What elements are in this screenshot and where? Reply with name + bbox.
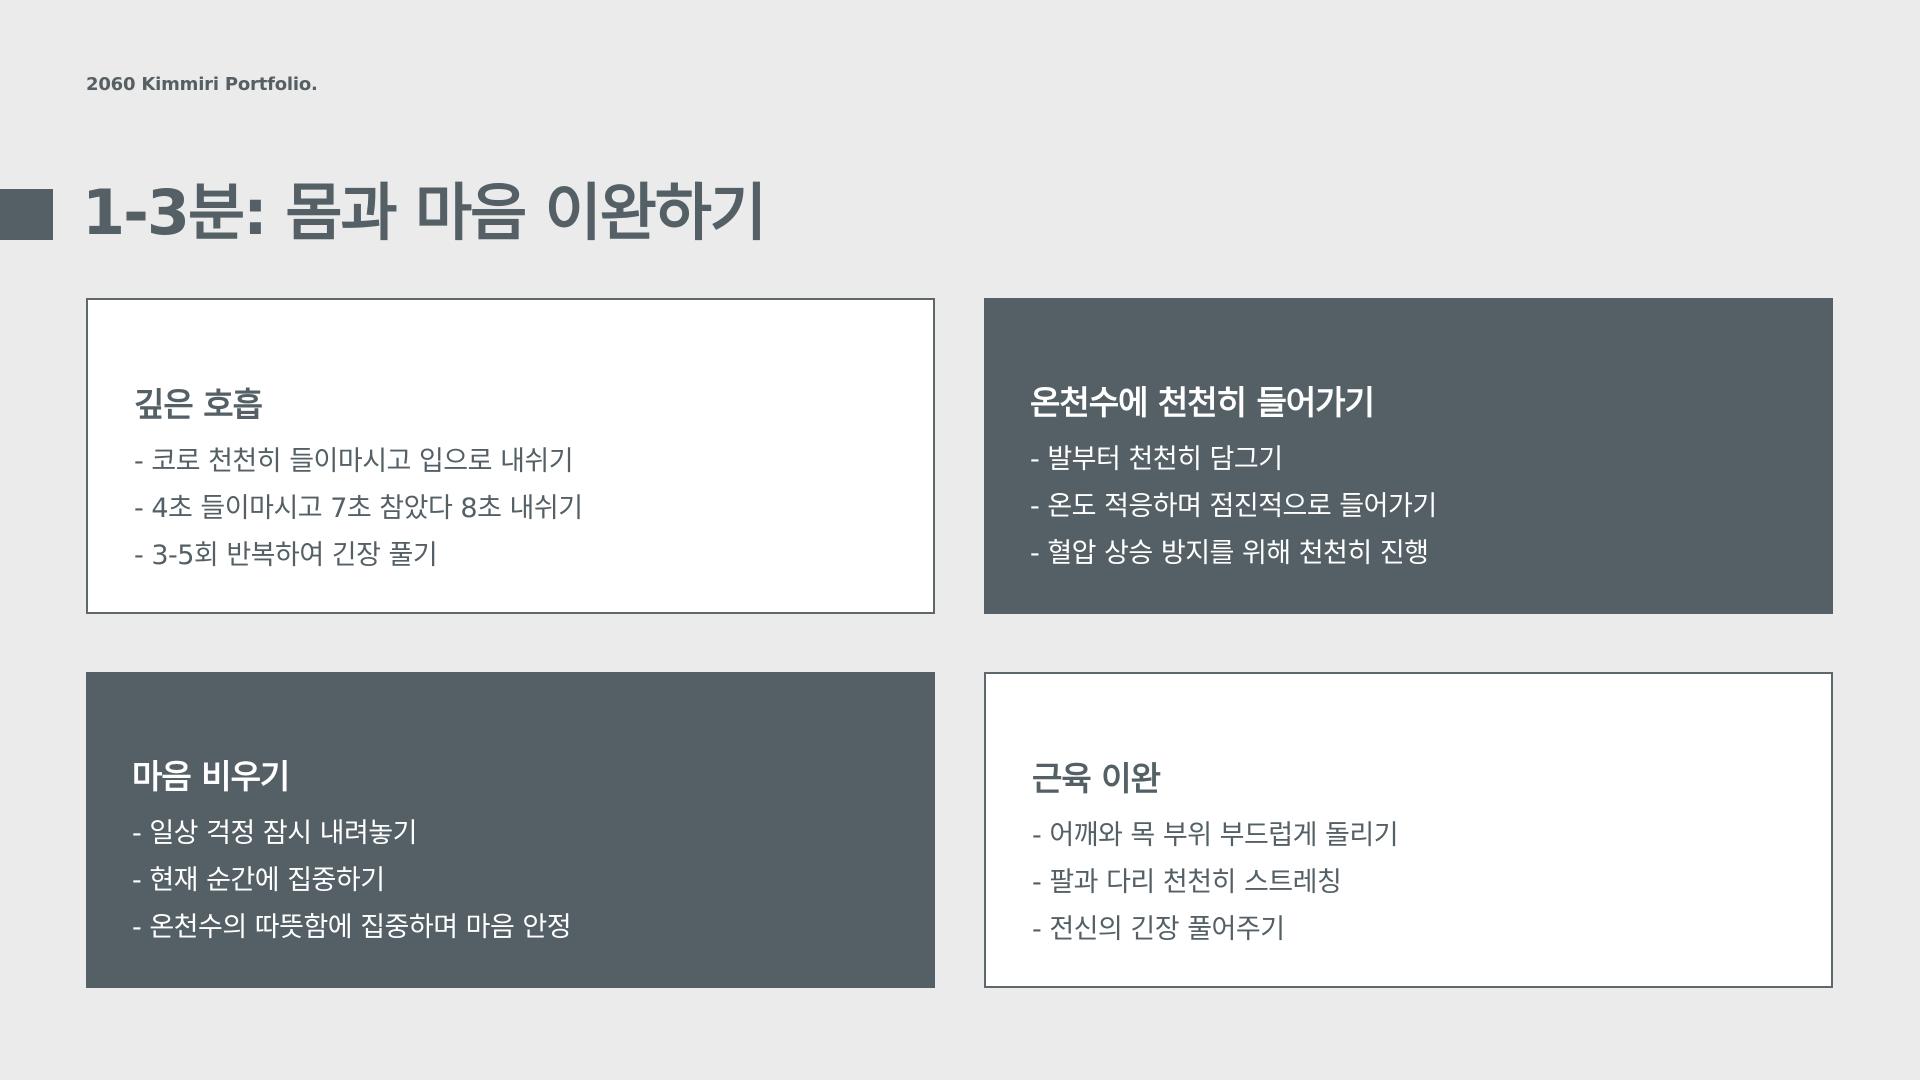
card-muscle-relaxation: 근육 이완 - 어깨와 목 부위 부드럽게 돌리기 - 팔과 다리 천천히 스트… xyxy=(984,672,1833,988)
card-list: - 코로 천천히 들이마시고 입으로 내쉬기 - 4초 들이마시고 7초 참았다… xyxy=(134,438,933,579)
list-item: - 발부터 천천히 담그기 xyxy=(1030,444,1283,475)
list-item: - 어깨와 목 부위 부드럽게 돌리기 xyxy=(1032,820,1399,851)
list-item: - 전신의 긴장 풀어주기 xyxy=(1032,914,1285,945)
list-item: - 현재 순간에 집중하기 xyxy=(132,865,385,896)
card-list: - 발부터 천천히 담그기 - 온도 적응하며 점진적으로 들어가기 - 혈압 … xyxy=(1030,436,1833,577)
list-item: - 온천수의 따뜻함에 집중하며 마음 안정 xyxy=(132,912,572,943)
card-enter-hot-spring: 온천수에 천천히 들어가기 - 발부터 천천히 담그기 - 온도 적응하며 점진… xyxy=(984,298,1833,614)
list-item: - 혈압 상승 방지를 위해 천천히 진행 xyxy=(1030,538,1429,569)
card-list: - 어깨와 목 부위 부드럽게 돌리기 - 팔과 다리 천천히 스트레칭 - 전… xyxy=(1032,812,1831,953)
card-title: 온천수에 천천히 들어가기 xyxy=(1030,383,1375,422)
brand-label: 2060 Kimmiri Portfolio. xyxy=(86,74,318,95)
list-item: - 일상 걱정 잠시 내려놓기 xyxy=(132,818,417,849)
list-item: - 코로 천천히 들이마시고 입으로 내쉬기 xyxy=(134,446,574,477)
card-deep-breathing: 깊은 호흡 - 코로 천천히 들이마시고 입으로 내쉬기 - 4초 들이마시고 … xyxy=(86,298,935,614)
card-title: 근육 이완 xyxy=(1032,759,1161,798)
list-item: - 온도 적응하며 점진적으로 들어가기 xyxy=(1030,491,1437,522)
card-title: 깊은 호흡 xyxy=(134,385,263,424)
list-item: - 4초 들이마시고 7초 참았다 8초 내쉬기 xyxy=(134,493,583,524)
card-clear-mind: 마음 비우기 - 일상 걱정 잠시 내려놓기 - 현재 순간에 집중하기 - 온… xyxy=(86,672,935,988)
list-item: - 3-5회 반복하여 긴장 풀기 xyxy=(134,540,438,571)
card-list: - 일상 걱정 잠시 내려놓기 - 현재 순간에 집중하기 - 온천수의 따뜻함… xyxy=(132,810,935,951)
list-item: - 팔과 다리 천천히 스트레칭 xyxy=(1032,867,1342,898)
card-title: 마음 비우기 xyxy=(132,757,290,796)
title-accent-bar xyxy=(0,189,53,240)
page-title: 1-3분: 몸과 마음 이완하기 xyxy=(82,176,767,249)
